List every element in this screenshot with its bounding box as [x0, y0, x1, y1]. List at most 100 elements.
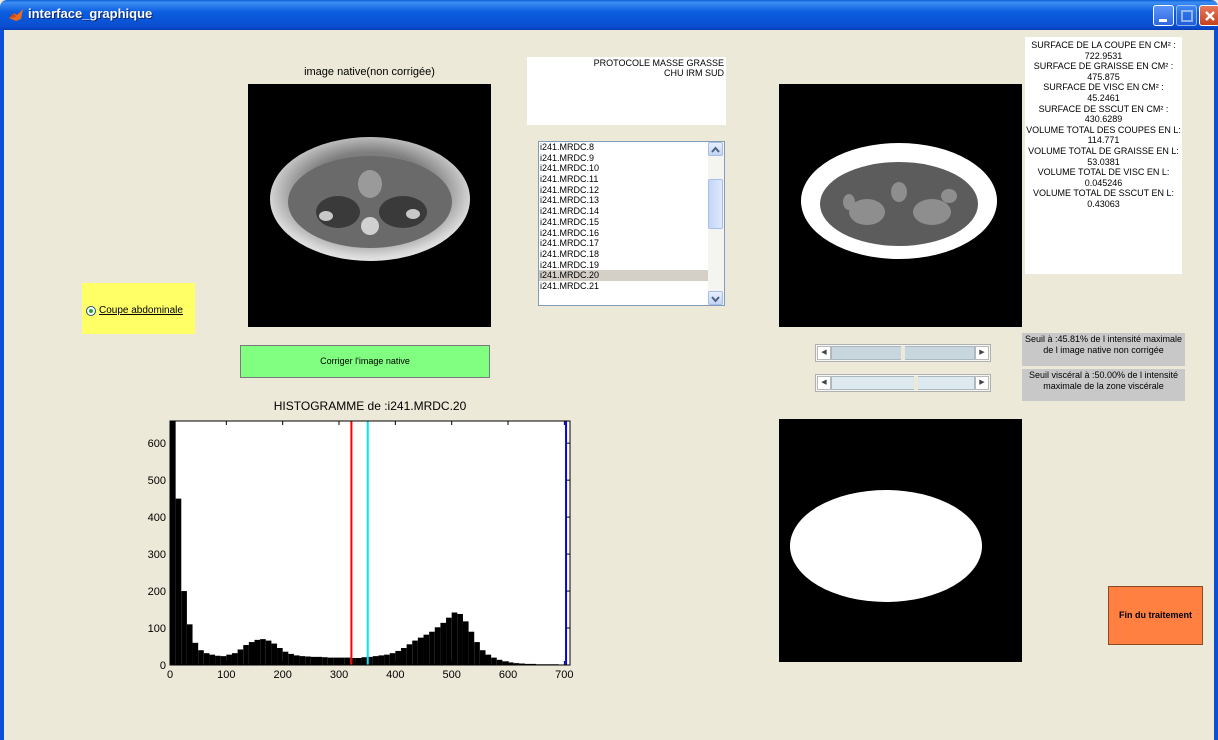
x-tick-label: 0 — [167, 669, 173, 681]
x-tick-label: 600 — [499, 669, 517, 681]
histogram-bar — [400, 647, 407, 665]
histogram-bar — [491, 657, 497, 665]
slider-2-right-button[interactable]: ▶ — [975, 376, 989, 390]
stat-label: VOLUME TOTAL DE VISC EN L: — [1037, 167, 1170, 178]
histogram-bar — [440, 622, 447, 665]
file-list-item[interactable]: i241.MRDC.13 — [539, 195, 724, 206]
histogram-bar — [198, 650, 204, 665]
x-tick-label: 400 — [386, 669, 404, 681]
histogram-bar — [462, 621, 469, 665]
chevron-up-icon — [711, 146, 720, 153]
file-list-item[interactable]: i241.MRDC.10 — [539, 163, 724, 174]
close-button[interactable] — [1199, 5, 1218, 26]
x-tick-label: 700 — [555, 669, 573, 681]
file-list-item[interactable]: i241.MRDC.9 — [539, 153, 724, 164]
y-tick-label: 300 — [148, 549, 166, 561]
segmented-image-panel — [779, 84, 1022, 327]
y-tick-label: 0 — [160, 660, 166, 672]
y-tick-label: 600 — [148, 438, 166, 450]
file-list-item[interactable]: i241.MRDC.21 — [539, 281, 724, 292]
file-list-item[interactable]: i241.MRDC.18 — [539, 249, 724, 260]
histogram-bar — [468, 631, 475, 665]
stat-label: SURFACE DE VISC EN CM² : — [1043, 82, 1164, 93]
slider-2-track[interactable] — [831, 376, 975, 390]
corriger-image-button[interactable]: Corriger l'image native — [240, 345, 490, 378]
file-list-item[interactable]: i241.MRDC.14 — [539, 206, 724, 217]
histogram-bar — [389, 653, 396, 665]
stat-value: 45.2461 — [1087, 92, 1120, 103]
histogram-bar — [412, 640, 418, 665]
histogram-bar — [192, 642, 199, 665]
slider-1-thumb[interactable] — [901, 346, 905, 360]
slider-2-thumb[interactable] — [913, 376, 918, 390]
threshold-slider-2[interactable]: ◀ ▶ — [815, 374, 991, 392]
histogram-bar — [282, 651, 289, 665]
file-list-item[interactable]: i241.MRDC.12 — [539, 185, 724, 196]
matlab-icon — [9, 9, 23, 21]
coupe-abdominale-label[interactable]: Coupe abdominale — [99, 305, 183, 316]
stat-value: 53.0381 — [1087, 156, 1120, 167]
histogram-bar — [344, 657, 351, 665]
slider-2-left-button[interactable]: ◀ — [817, 376, 831, 390]
histogram-bar — [339, 657, 345, 665]
scroll-down-button[interactable] — [708, 291, 723, 305]
file-list-item[interactable]: i241.MRDC.11 — [539, 174, 724, 185]
stat-label: VOLUME TOTAL DES COUPES EN L: — [1026, 124, 1181, 135]
histogram-bar — [215, 655, 221, 665]
file-list-item[interactable]: i241.MRDC.19 — [539, 260, 724, 271]
histogram-bar — [181, 591, 187, 665]
histogram-bar — [479, 650, 486, 665]
histogram-bar — [175, 498, 182, 665]
stat-value: 722.9531 — [1084, 50, 1123, 61]
histogram-bar — [231, 653, 238, 665]
stats-panel: SURFACE DE LA COUPE EN CM² :722.9531 SURF… — [1025, 37, 1182, 274]
histogram-bar — [361, 657, 368, 665]
histogram-bar — [322, 657, 328, 665]
slider-1-left-button[interactable]: ◀ — [817, 346, 831, 360]
maximize-icon — [1181, 10, 1193, 22]
threshold-slider-1[interactable]: ◀ ▶ — [815, 344, 991, 362]
histogram-bar — [271, 643, 278, 665]
native-image-panel — [248, 84, 491, 327]
histogram-bar — [384, 654, 390, 665]
x-tick-label: 100 — [217, 669, 235, 681]
x-tick-label: 200 — [273, 669, 291, 681]
histogram-bar — [457, 613, 463, 665]
histogram-bar — [496, 659, 503, 665]
histogram-bar — [423, 634, 430, 665]
histogram-bar — [248, 642, 255, 665]
scroll-up-button[interactable] — [708, 142, 723, 156]
stat-value: 0.045246 — [1084, 177, 1123, 188]
file-list-items: i241.MRDC.8 i241.MRDC.9 i241.MRDC.10 i241.M… — [539, 142, 724, 292]
file-list-item[interactable]: i241.MRDC.8 — [539, 142, 724, 153]
file-list-item[interactable]: i241.MRDC.20 — [539, 270, 724, 281]
coupe-radio-panel: Coupe abdominale — [82, 283, 195, 334]
fin-traitement-button[interactable]: Fin du traitement — [1108, 586, 1203, 645]
histogram-bar — [260, 639, 266, 665]
maximize-button[interactable] — [1176, 5, 1197, 26]
histogram-bar — [355, 657, 362, 665]
file-listbox[interactable]: i241.MRDC.8 i241.MRDC.9 i241.MRDC.10 i241.M… — [538, 141, 725, 306]
window-frame-right — [1214, 30, 1218, 740]
file-list-item[interactable]: i241.MRDC.16 — [539, 228, 724, 239]
file-list-scrollbar[interactable] — [708, 142, 724, 305]
histogram-bar — [288, 653, 294, 665]
histogram-bar — [203, 653, 210, 665]
scroll-thumb[interactable] — [708, 179, 723, 229]
window-title-bar[interactable]: interface_graphique — [0, 0, 1218, 30]
mask-image-panel — [779, 419, 1022, 662]
y-tick-label: 500 — [148, 475, 166, 487]
coupe-abdominale-radio[interactable] — [86, 306, 96, 316]
minimize-button[interactable] — [1153, 5, 1174, 26]
y-tick-label: 100 — [148, 623, 166, 635]
histogram-bar — [310, 656, 317, 665]
file-list-item[interactable]: i241.MRDC.15 — [539, 217, 724, 228]
segmented-mri-image — [801, 143, 997, 259]
histogram-bar — [434, 627, 441, 665]
seuil-label-1: Seuil à :45.81% de l intensité maximale … — [1022, 333, 1185, 366]
stat-label: SURFACE DE SSCUT EN CM² : — [1038, 103, 1169, 114]
slider-1-right-button[interactable]: ▶ — [975, 346, 989, 360]
file-list-item[interactable]: i241.MRDC.17 — [539, 238, 724, 249]
histogram-bar — [333, 657, 340, 665]
protocol-line-1: PROTOCOLE MASSE GRASSE — [593, 58, 724, 68]
